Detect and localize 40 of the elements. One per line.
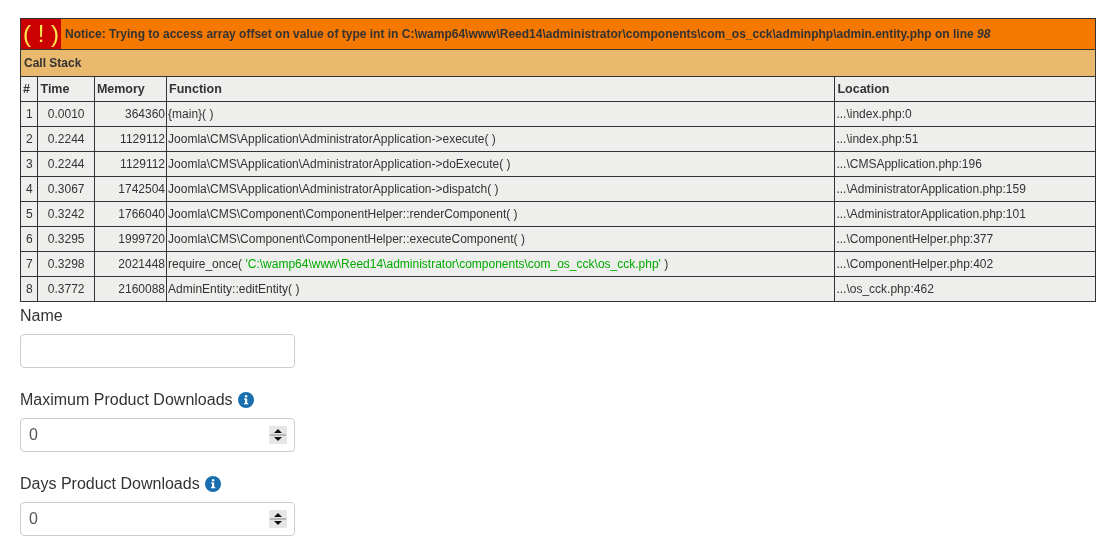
table-cell: Joomla\CMS\Component\ComponentHelper::executeComponent( ) (166, 226, 835, 252)
call-stack-title: Call Stack (20, 49, 1096, 77)
number-field[interactable]: 0 (20, 418, 295, 452)
table-cell: 4 (20, 176, 38, 202)
table-cell: Joomla\CMS\Application\AdministratorApplication->doExecute( ) (166, 151, 835, 177)
table-cell: 1 (20, 101, 38, 127)
column-header: Location (834, 76, 1096, 102)
table-cell: 2 (20, 126, 38, 152)
number-field[interactable]: 0 (20, 502, 295, 536)
table-cell: ...\index.php:51 (834, 126, 1096, 152)
table-cell: 3 (20, 151, 38, 177)
table-cell: ...\index.php:0 (834, 101, 1096, 127)
table-cell: ...\AdministratorApplication.php:159 (834, 176, 1096, 202)
column-header: # (20, 76, 38, 102)
table-cell: 8 (20, 276, 38, 302)
table-cell: 6 (20, 226, 38, 252)
info-icon[interactable] (237, 392, 254, 408)
table-cell: AdminEntity::editEntity( ) (166, 276, 835, 302)
table-cell: ...\CMSApplication.php:196 (834, 151, 1096, 177)
table-cell: ...\os_cck.php:462 (834, 276, 1096, 302)
table-cell: Joomla\CMS\Application\AdministratorApplication->dispatch( ) (166, 176, 835, 202)
table-cell: {main}( ) (166, 101, 835, 127)
spinner-icon[interactable] (269, 510, 287, 528)
table-cell: Joomla\CMS\Application\AdministratorApplication->execute( ) (166, 126, 835, 152)
table-cell: Joomla\CMS\Component\ComponentHelper::renderComponent( ) (166, 201, 835, 227)
notice-icon: ( ! ) (21, 19, 61, 49)
column-header: Function (166, 76, 835, 102)
table-cell: 7 (20, 251, 38, 277)
table-cell: ...\ComponentHelper.php:377 (834, 226, 1096, 252)
table-cell: ...\ComponentHelper.php:402 (834, 251, 1096, 277)
spinner-icon[interactable] (269, 426, 287, 444)
field-label: Days Product Downloads (20, 475, 200, 493)
field-label: Maximum Product Downloads (20, 391, 233, 409)
table-cell: ...\AdministratorApplication.php:101 (834, 201, 1096, 227)
table-cell: 5 (20, 201, 38, 227)
text-field[interactable] (20, 334, 295, 368)
info-icon[interactable] (204, 476, 221, 492)
table-cell: require_once( 'C:\wamp64\www\Reed14\administrator\components\com_os_cck\os_cck.php' ) (166, 251, 835, 277)
notice-message: Notice: Trying to access array offset on value of type int in C:\wamp64\www\Reed14\administrator\components\com_os_cck\adminphp\admin.entity.php on line 98 (65, 27, 991, 41)
field-label: Name (20, 307, 63, 325)
